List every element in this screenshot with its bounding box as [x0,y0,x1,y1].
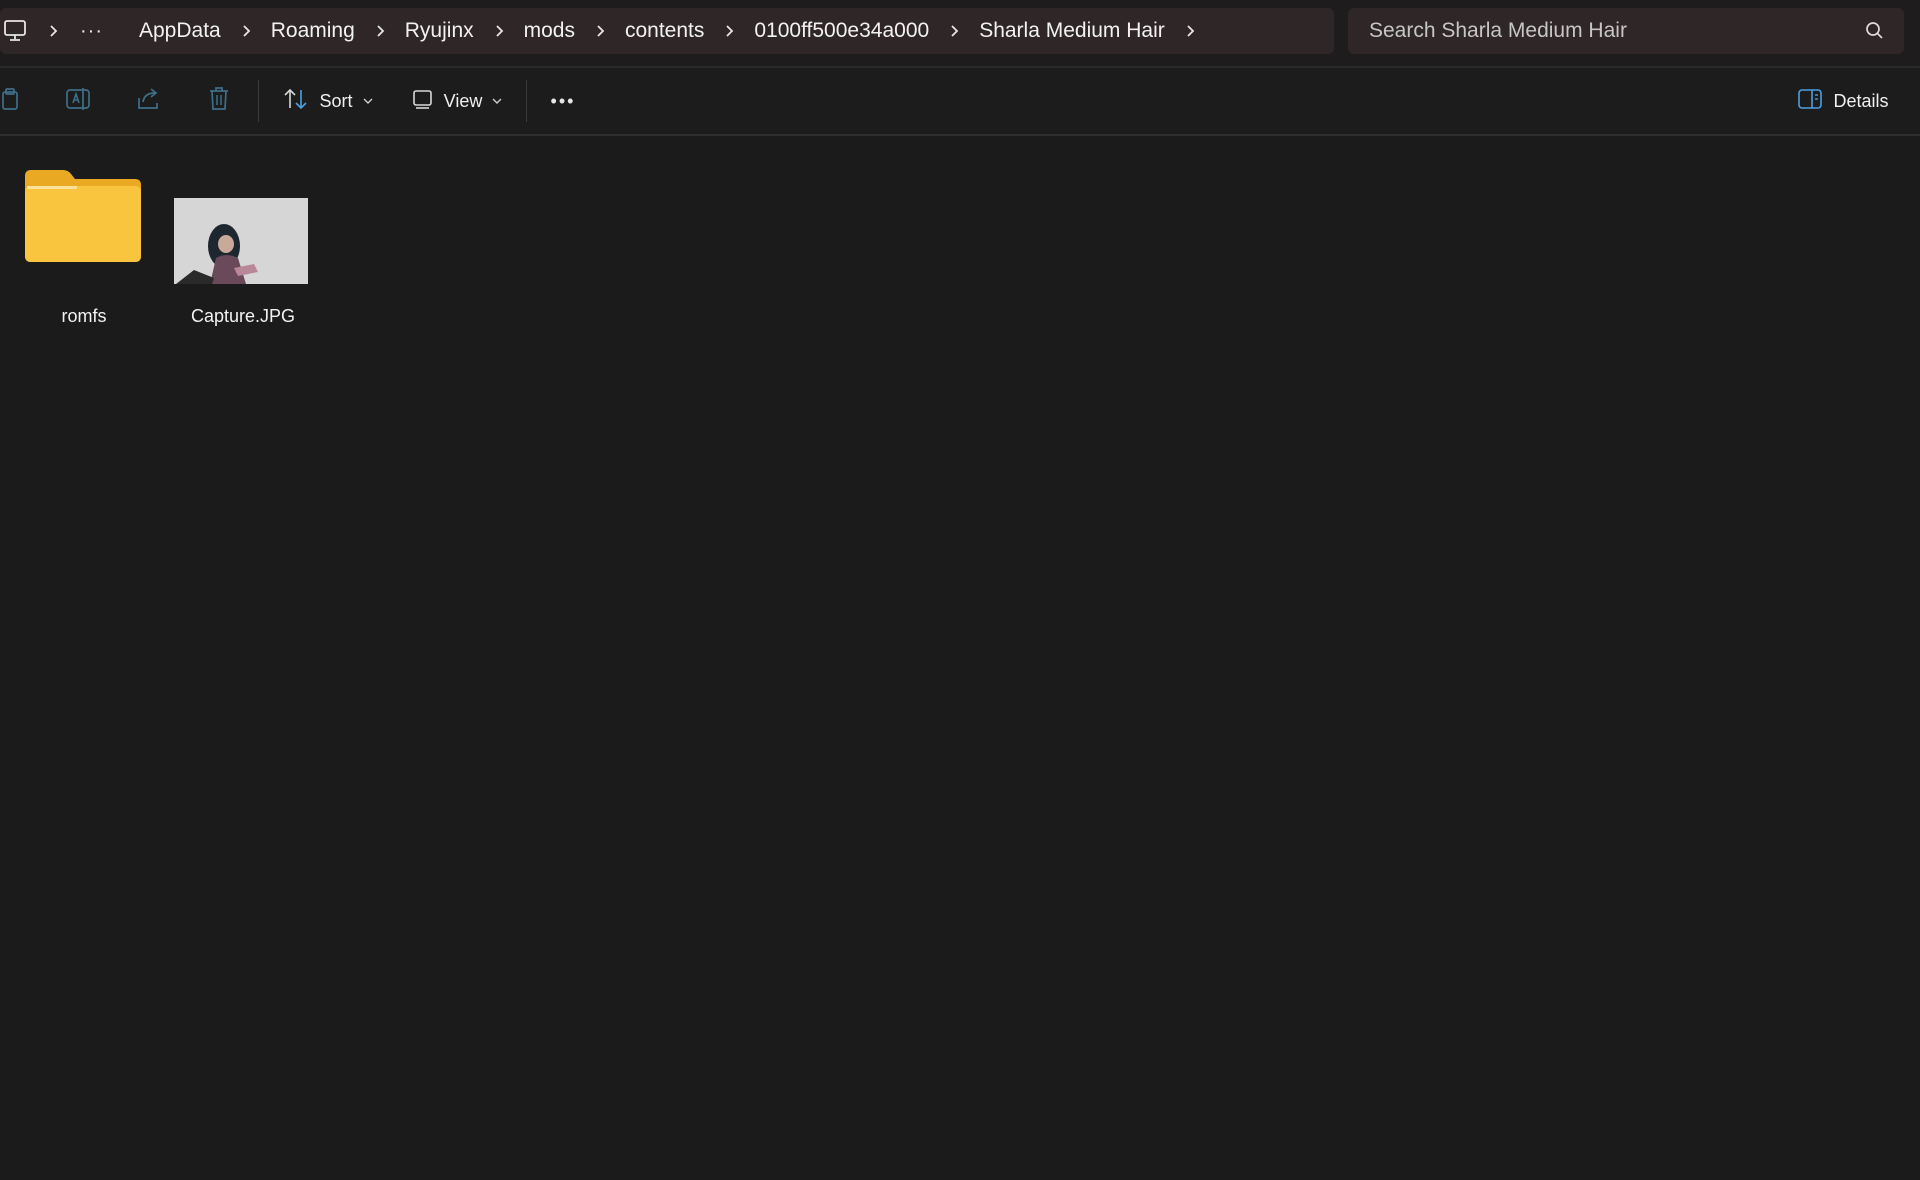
file-name: Capture.JPG [190,306,296,326]
chevron-down-icon [363,98,372,104]
command-bar: Sort View ••• Details [0,68,1920,136]
sort-icon [283,87,309,116]
toolbar-divider [526,80,527,122]
breadcrumb-title-id[interactable]: 0100ff500e34a000 [752,19,931,43]
share-button[interactable] [132,82,166,120]
file-item-capture[interactable]: Capture.JPG [168,150,318,326]
folder-icon [25,170,141,262]
chevron-right-icon[interactable] [476,8,522,54]
rename-icon [65,86,93,117]
details-label: Details [1833,90,1889,111]
details-pane-icon [1797,88,1823,115]
delete-button[interactable] [202,82,236,120]
this-pc-icon[interactable] [2,17,30,45]
chevron-right-icon[interactable] [223,8,269,54]
breadcrumb-ryujinx[interactable]: Ryujinx [403,19,476,43]
breadcrumb-appdata[interactable]: AppData [137,19,223,43]
search-box[interactable] [1348,8,1904,54]
chevron-down-icon [492,98,502,104]
paste-button[interactable] [0,82,24,120]
title-address-bar: ··· AppData Roaming Ryujinx mods content… [0,0,1920,68]
search-icon[interactable] [1864,20,1886,42]
breadcrumb-mods[interactable]: mods [522,19,577,43]
paste-icon [1,86,23,117]
chevron-right-icon[interactable] [577,8,623,54]
rename-button[interactable] [62,82,96,120]
more-options-button[interactable]: ••• [544,82,582,120]
more-icon: ••• [550,90,576,111]
chevron-right-icon[interactable] [357,8,403,54]
file-list-area[interactable]: romfs Capture.JPG [0,136,1920,1180]
file-name: romfs [61,306,107,326]
chevron-right-icon[interactable] [706,8,752,54]
breadcrumb-overflow-button[interactable]: ··· [76,20,107,43]
chevron-right-icon[interactable] [30,8,76,54]
chevron-right-icon[interactable] [107,8,137,54]
view-label: View [443,90,483,111]
image-thumbnail [174,198,308,284]
chevron-right-icon[interactable] [931,8,977,54]
sort-label: Sort [319,90,353,111]
breadcrumb-current-folder[interactable]: Sharla Medium Hair [977,19,1167,43]
chevron-right-icon[interactable] [1167,8,1213,54]
view-icon [412,88,434,115]
sort-button[interactable]: Sort [280,82,376,120]
share-icon [135,86,163,117]
trash-icon [207,86,231,117]
details-pane-button[interactable]: Details [1790,82,1896,120]
address-bar[interactable]: ··· AppData Roaming Ryujinx mods content… [0,8,1334,54]
breadcrumb-contents[interactable]: contents [623,19,706,43]
file-item-romfs[interactable]: romfs [9,150,159,326]
toolbar-divider [258,80,259,122]
search-input[interactable] [1348,18,1851,44]
view-button[interactable]: View [410,82,504,120]
breadcrumb-roaming[interactable]: Roaming [269,19,357,43]
